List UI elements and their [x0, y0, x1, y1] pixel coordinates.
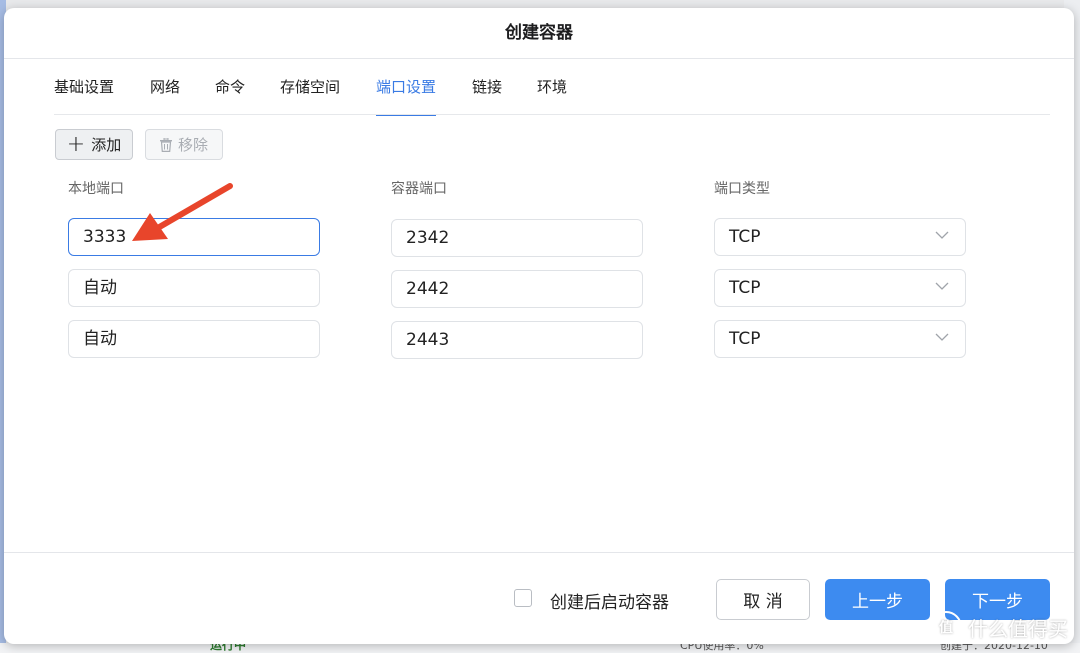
remove-button[interactable]: 移除: [145, 129, 223, 160]
port-type-select[interactable]: TCP: [714, 218, 966, 256]
create-container-dialog: 创建容器 基础设置 网络 命令 存储空间 端口设置 链接 环境 + 添加 移除 …: [4, 8, 1074, 644]
tab-storage[interactable]: 存储空间: [280, 76, 340, 114]
plus-icon: +: [66, 131, 86, 157]
local-port-input[interactable]: 自动: [68, 320, 320, 358]
trash-icon: [159, 137, 172, 152]
port-type-select[interactable]: TCP: [714, 269, 966, 307]
tab-network[interactable]: 网络: [150, 76, 180, 114]
previous-step-button[interactable]: 上一步: [825, 579, 930, 620]
watermark-text: 什么值得买: [968, 616, 1068, 641]
start-after-create-checkbox[interactable]: [514, 589, 532, 607]
column-header-port-type: 端口类型: [714, 181, 770, 197]
title-divider: [4, 58, 1074, 59]
annotation-arrow-icon: [132, 183, 233, 241]
chevron-down-icon: [935, 231, 949, 239]
port-type-value: TCP: [729, 278, 761, 298]
tab-command[interactable]: 命令: [215, 76, 245, 114]
column-header-local-port: 本地端口: [68, 181, 124, 197]
local-port-input[interactable]: 自动: [68, 269, 320, 307]
add-button-label: 添加: [91, 136, 122, 154]
tab-links[interactable]: 链接: [472, 76, 502, 114]
watermark-logo-icon: 值: [930, 611, 962, 643]
chevron-down-icon: [935, 282, 949, 290]
background-bottom-strip: 运行中 CPU使用率：0% 创建于：2020-12-10: [0, 638, 1080, 653]
container-port-input[interactable]: 2342: [391, 219, 643, 257]
chevron-down-icon: [935, 333, 949, 341]
tabs-divider: [54, 114, 1050, 115]
cancel-button[interactable]: 取 消: [716, 579, 810, 620]
watermark: 值 什么值得买: [930, 611, 1068, 643]
remove-button-label: 移除: [177, 136, 208, 154]
port-type-value: TCP: [729, 329, 761, 349]
tab-environment[interactable]: 环境: [537, 76, 567, 114]
footer-divider: [4, 552, 1074, 553]
dialog-title: 创建容器: [505, 23, 573, 43]
add-button[interactable]: + 添加: [55, 129, 133, 160]
tab-port-settings[interactable]: 端口设置: [376, 76, 437, 116]
column-header-container-port: 容器端口: [391, 181, 447, 197]
start-after-create-label[interactable]: 创建后启动容器: [550, 588, 669, 613]
port-type-select[interactable]: TCP: [714, 320, 966, 358]
container-port-input[interactable]: 2443: [391, 321, 643, 359]
tab-basic-settings[interactable]: 基础设置: [54, 76, 114, 114]
container-port-input[interactable]: 2442: [391, 270, 643, 308]
port-type-value: TCP: [729, 227, 761, 247]
